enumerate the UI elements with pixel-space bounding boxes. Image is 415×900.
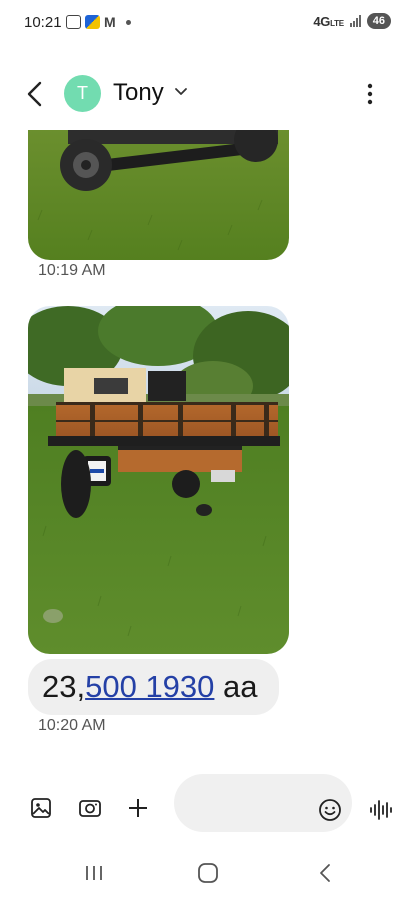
news-app-icon	[85, 15, 100, 29]
notification-dot-icon	[125, 19, 131, 25]
attach-button[interactable]	[126, 796, 152, 822]
recent-apps-icon	[86, 866, 102, 880]
contact-details-toggle[interactable]	[173, 84, 189, 100]
message-image-truck[interactable]	[28, 306, 289, 654]
status-bar: 10:21 M 4GLTE 46	[0, 0, 415, 46]
status-notification-icons: M	[66, 14, 131, 30]
battery-indicator: 46	[366, 13, 391, 29]
voice-record-button[interactable]	[369, 799, 393, 821]
contact-name[interactable]: Tony	[113, 79, 164, 107]
voice-recorder-icon	[370, 800, 392, 820]
status-time: 10:21	[24, 14, 62, 31]
home-button[interactable]	[195, 862, 221, 884]
message-phone-link[interactable]: 500 1930	[85, 669, 214, 704]
more-vert-icon	[367, 83, 373, 105]
status-system-icons: 4GLTE 46	[313, 13, 391, 29]
back-icon	[320, 864, 330, 882]
message-text: 23,500 1930 aa	[42, 669, 258, 704]
vehicle-photo	[28, 306, 289, 654]
back-arrow-icon	[27, 81, 42, 107]
emoji-button[interactable]	[318, 798, 342, 822]
vehicle-photo	[28, 130, 289, 260]
gmail-icon: M	[104, 14, 116, 30]
message-composer	[0, 770, 415, 840]
message-timestamp: 10:19 AM	[38, 262, 106, 279]
more-options-button[interactable]	[360, 80, 380, 108]
back-button[interactable]	[20, 76, 50, 112]
message-bubble[interactable]: 23,500 1930 aa	[28, 659, 279, 715]
emoji-icon	[319, 799, 341, 821]
camera-button[interactable]	[78, 796, 104, 822]
add-icon	[129, 799, 147, 817]
recent-apps-button[interactable]	[81, 862, 107, 884]
screenshot-icon	[66, 15, 81, 29]
chevron-down-icon	[175, 88, 187, 95]
camera-icon	[79, 800, 101, 817]
gallery-icon	[31, 798, 51, 818]
gallery-button[interactable]	[29, 796, 55, 822]
home-icon	[198, 863, 218, 883]
system-navigation-bar	[0, 848, 415, 900]
system-back-button[interactable]	[312, 862, 338, 884]
conversation-header: T Tony	[0, 62, 415, 126]
message-timestamp: 10:20 AM	[38, 717, 106, 734]
contact-avatar[interactable]: T	[64, 75, 101, 112]
message-image-truck-wheel[interactable]	[28, 130, 289, 260]
network-type: 4GLTE	[313, 13, 344, 29]
signal-icon	[349, 15, 361, 27]
